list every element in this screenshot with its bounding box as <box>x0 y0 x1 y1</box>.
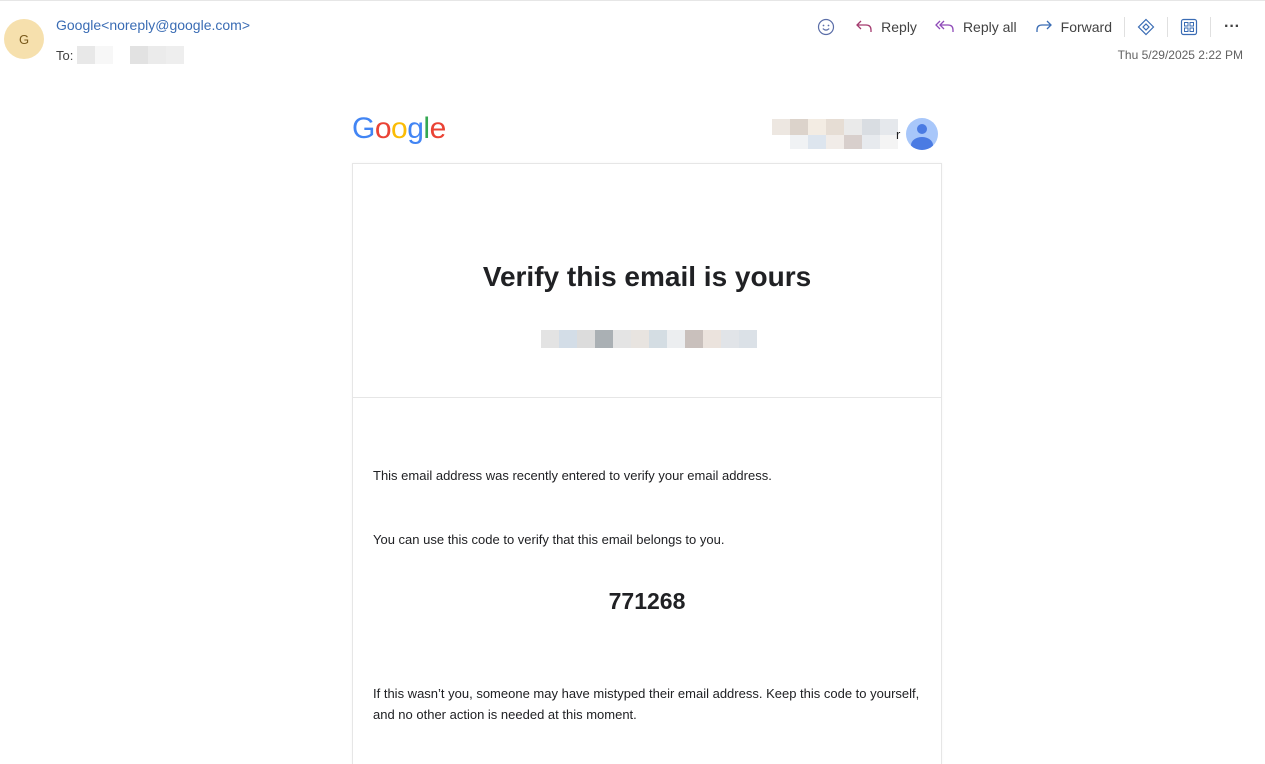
reply-all-button[interactable]: Reply all <box>935 19 1017 35</box>
avatar-initial: G <box>18 31 30 47</box>
more-options-icon[interactable]: ··· <box>1221 16 1243 38</box>
toolbar-divider <box>1124 17 1125 37</box>
forward-icon <box>1035 20 1052 32</box>
account-avatar-icon <box>906 118 939 150</box>
email-card: Verify this email is yours This email ad… <box>352 163 942 764</box>
top-border <box>0 0 1265 1</box>
body-paragraph: You can use this code to verify that thi… <box>373 532 725 547</box>
account-chip: r <box>772 118 939 150</box>
timestamp: Thu 5/29/2025 2:22 PM <box>1117 48 1243 62</box>
card-divider <box>353 397 941 398</box>
account-email-redacted <box>772 119 898 149</box>
recipient-redacted[interactable] <box>77 46 185 64</box>
sender-name[interactable]: Google<noreply@google.com> <box>56 17 250 33</box>
smiley-icon[interactable] <box>815 16 837 38</box>
reply-all-label: Reply all <box>962 19 1017 35</box>
to-label: To: <box>56 47 74 63</box>
account-suffix: r <box>896 126 901 142</box>
body-paragraph: If this wasn’t you, someone may have mis… <box>373 686 920 722</box>
body-paragraph: This email address was recently entered … <box>373 468 772 483</box>
sender-avatar[interactable]: G <box>4 19 44 59</box>
more-label: ··· <box>1224 18 1240 35</box>
forward-button[interactable]: Forward <box>1035 19 1112 35</box>
recipient-line: To: <box>56 46 185 64</box>
toolbar-divider <box>1210 17 1211 37</box>
apps-icon[interactable] <box>1178 16 1200 38</box>
verification-code: 771268 <box>608 588 686 614</box>
toolbar-divider <box>1167 17 1168 37</box>
reply-label: Reply <box>881 19 917 35</box>
reply-icon <box>856 20 872 32</box>
reply-button[interactable]: Reply <box>855 19 917 35</box>
email-headline: Verify this email is yours <box>482 261 812 292</box>
verified-email-redacted <box>541 330 757 348</box>
forward-label: Forward <box>1060 19 1112 35</box>
google-logo: Google <box>352 112 446 145</box>
loop-icon[interactable] <box>1135 16 1157 38</box>
message-toolbar: Reply Reply all Forward ··· <box>815 15 1243 39</box>
reply-all-icon <box>935 20 954 32</box>
